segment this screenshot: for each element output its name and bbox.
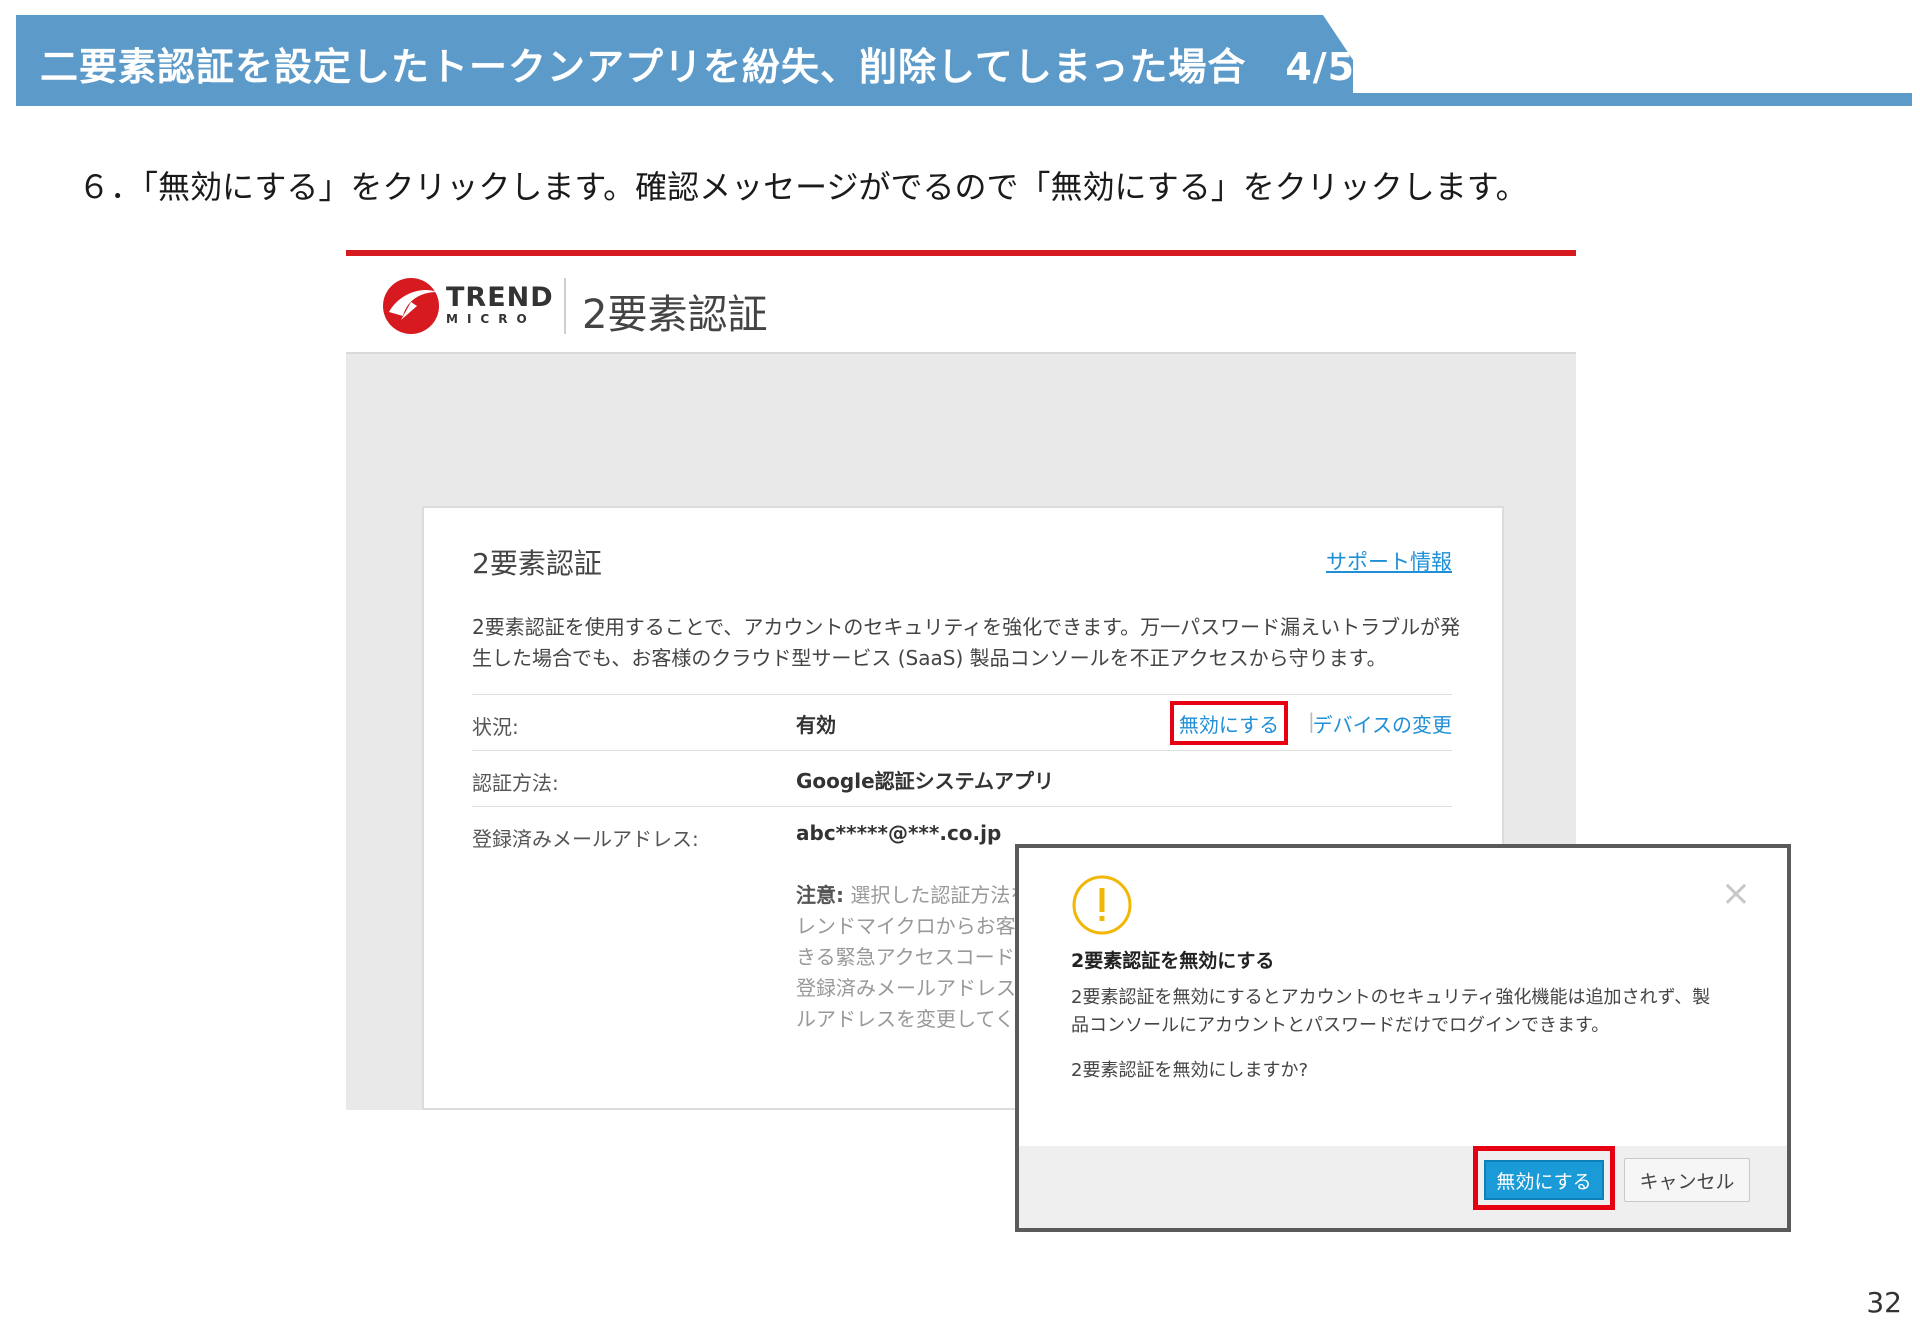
auth-method-value: Google認証システムアプリ (796, 769, 1055, 793)
instruction-text: ６．「無効にする」をクリックします。確認メッセージがでるので「無効にする」をクリ… (78, 168, 1528, 206)
note-text: 注意: 選択した認証方法を レンドマイクロからお客 きる緊急アクセスコード 登録… (796, 880, 1036, 1040)
card-title: 2要素認証 (472, 547, 602, 580)
dialog-question: 2要素認証を無効にしますか? (1071, 1060, 1309, 1081)
close-icon[interactable]: × (1721, 876, 1751, 912)
app-header-title: 2要素認証 (582, 292, 768, 338)
auth-method-row: 認証方法: Google認証システムアプリ (472, 750, 1452, 807)
logo-trend-text: TREND (446, 282, 554, 313)
email-label: 登録済みメールアドレス: (472, 827, 699, 851)
dialog-footer: 無効にする キャンセル (1019, 1146, 1787, 1228)
note-line: きる緊急アクセスコード (796, 945, 1015, 969)
dialog-body: 2要素認証を無効にするとアカウントのセキュリティ強化機能は追加されず、製品コンソ… (1071, 987, 1711, 1036)
status-value: 有効 (796, 713, 836, 737)
disable-confirm-dialog: × 2要素認証を無効にする 2要素認証を無効にするとアカウントのセキュリティ強化… (1015, 844, 1791, 1232)
trend-micro-logo-icon (383, 278, 439, 334)
logo-micro-text: MICRO (446, 312, 536, 326)
note-line: ルアドレスを変更してく (796, 1007, 1015, 1031)
dialog-title: 2要素認証を無効にする (1071, 950, 1275, 972)
app-header: TREND MICRO 2要素認証 (346, 256, 1576, 354)
header-divider (564, 278, 566, 334)
auth-method-label: 認証方法: (472, 771, 559, 795)
card-description: 2要素認証を使用することで、アカウントのセキュリティを強化できます。万一パスワー… (472, 615, 1461, 670)
warning-icon (1072, 875, 1132, 935)
disable-link[interactable]: 無効にする (1170, 701, 1288, 745)
change-device-link[interactable]: デバイスの変更 (1313, 709, 1452, 738)
note-line: レンドマイクロからお客 (796, 914, 1016, 938)
page-number: 32 (1866, 1286, 1902, 1319)
status-label: 状況: (472, 715, 519, 739)
email-value: abc*****@***.co.jp (796, 821, 1002, 845)
status-row: 状況: 有効 無効にする | デバイスの変更 (472, 694, 1452, 751)
slide-title: 二要素認証を設定したトークンアプリを紛失、削除してしまった場合 4/5 (40, 45, 1356, 89)
cancel-button[interactable]: キャンセル (1624, 1158, 1750, 1202)
confirm-disable-button[interactable]: 無効にする (1484, 1160, 1604, 1200)
note-line: 登録済みメールアドレス (796, 976, 1016, 1000)
trend-micro-wordmark: TREND MICRO (446, 282, 554, 327)
note-label: 注意: (796, 883, 844, 907)
support-info-link[interactable]: サポート情報 (1326, 546, 1452, 576)
note-line: 選択した認証方法を (850, 883, 1031, 907)
banner-underline (1352, 93, 1912, 106)
